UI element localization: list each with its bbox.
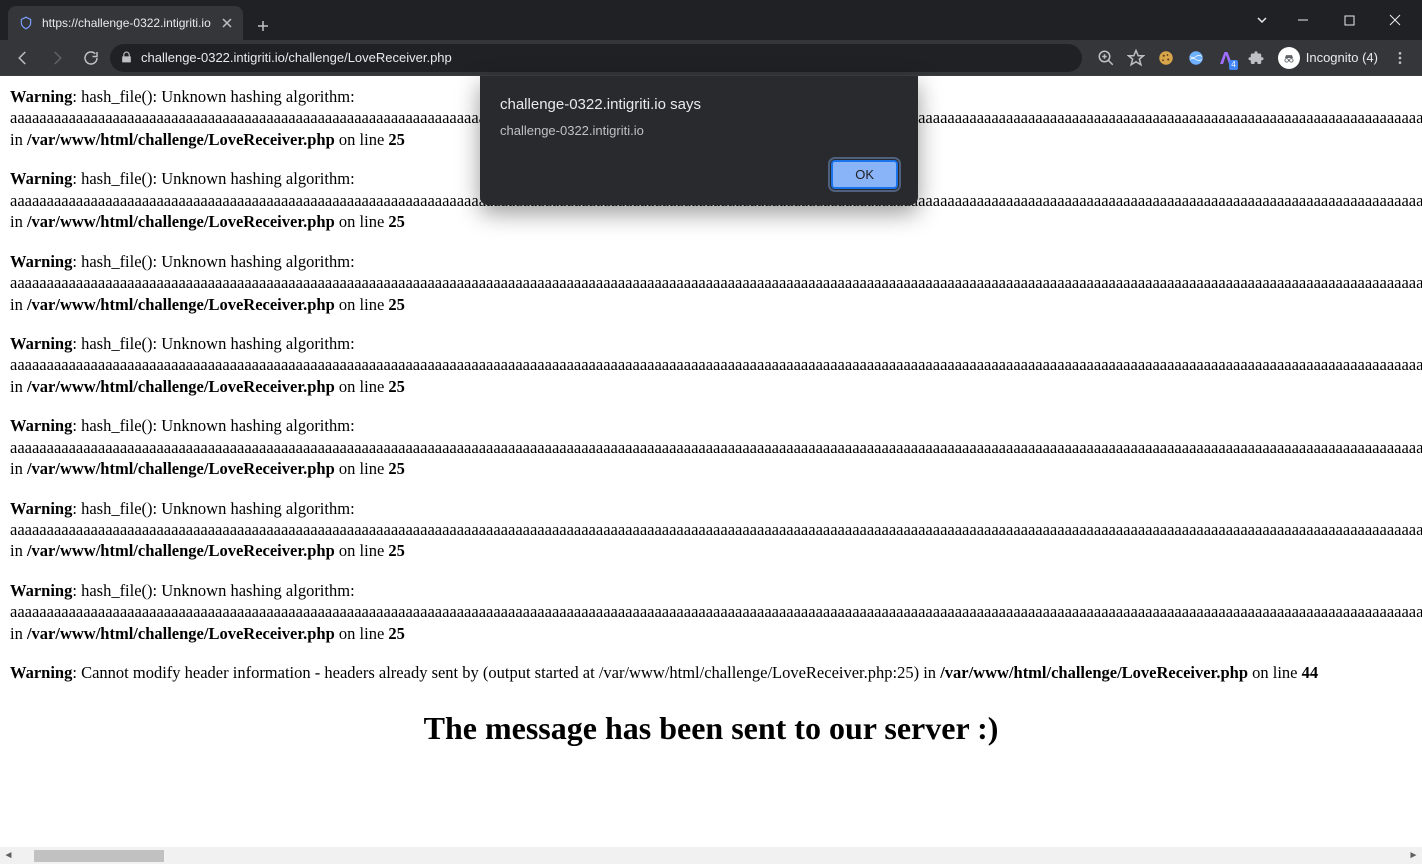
forward-button[interactable] <box>42 43 72 73</box>
scroll-thumb[interactable] <box>34 850 164 862</box>
warning-message: : hash_file(): Unknown hashing algorithm… <box>72 169 354 188</box>
toolbar-actions: 4 Incognito (4) <box>1092 44 1414 72</box>
tab-strip: https://challenge-0322.intigriti.io <box>0 0 277 40</box>
warning-label: Warning <box>10 416 72 435</box>
warning-file: /var/www/html/challenge/LoveReceiver.php <box>27 377 335 396</box>
warning-line: 25 <box>388 624 405 643</box>
php-warning-block: Warning: hash_file(): Unknown hashing al… <box>10 580 1412 644</box>
php-warning-block: Warning: hash_file(): Unknown hashing al… <box>10 415 1412 479</box>
warning-payload: aaaaaaaaaaaaaaaaaaaaaaaaaaaaaaaaaaaaaaaa… <box>10 272 1412 293</box>
scroll-right-icon[interactable]: ► <box>1405 847 1422 864</box>
url-text: challenge-0322.intigriti.io/challenge/Lo… <box>141 50 1072 65</box>
close-tab-icon[interactable] <box>219 15 235 31</box>
dialog-title: challenge-0322.intigriti.io says <box>500 96 898 113</box>
php-warning-block: Warning: hash_file(): Unknown hashing al… <box>10 333 1412 397</box>
new-tab-button[interactable] <box>249 12 277 40</box>
reload-button[interactable] <box>76 43 106 73</box>
warning-label: Warning <box>10 334 72 353</box>
warning-message: : hash_file(): Unknown hashing algorithm… <box>72 416 354 435</box>
bookmark-icon[interactable] <box>1122 44 1150 72</box>
tab-title: https://challenge-0322.intigriti.io <box>42 16 211 30</box>
php-warning-block: Warning: hash_file(): Unknown hashing al… <box>10 498 1412 562</box>
php-warning-block: Warning: hash_file(): Unknown hashing al… <box>10 251 1412 315</box>
warning-line: 25 <box>388 130 405 149</box>
address-bar: challenge-0322.intigriti.io/challenge/Lo… <box>0 40 1422 76</box>
maximize-button[interactable] <box>1326 4 1372 36</box>
lock-icon <box>120 51 133 64</box>
window-controls <box>1244 0 1422 40</box>
scroll-track[interactable] <box>17 850 1405 862</box>
warning-message: : hash_file(): Unknown hashing algorithm… <box>72 581 354 600</box>
favicon-icon <box>18 15 34 31</box>
warning-message: : hash_file(): Unknown hashing algorithm… <box>72 252 354 271</box>
warning-file: /var/www/html/challenge/LoveReceiver.php <box>27 295 335 314</box>
warning-label: Warning <box>10 252 72 271</box>
menu-icon[interactable] <box>1386 44 1414 72</box>
tab-search-icon[interactable] <box>1244 4 1280 36</box>
warning-payload: aaaaaaaaaaaaaaaaaaaaaaaaaaaaaaaaaaaaaaaa… <box>10 601 1412 622</box>
php-header-warning: Warning: Cannot modify header informatio… <box>10 662 1412 683</box>
dialog-ok-button[interactable]: OK <box>831 160 898 189</box>
warning-file: /var/www/html/challenge/LoveReceiver.php <box>27 541 335 560</box>
warning-line: 25 <box>388 295 405 314</box>
scroll-left-icon[interactable]: ◄ <box>0 847 17 864</box>
extensions-puzzle-icon[interactable] <box>1242 44 1270 72</box>
incognito-indicator[interactable]: Incognito (4) <box>1272 47 1384 69</box>
warning-file: /var/www/html/challenge/LoveReceiver.php <box>27 130 335 149</box>
extension-hackbar-icon[interactable]: 4 <box>1212 44 1240 72</box>
javascript-alert-dialog: challenge-0322.intigriti.io says challen… <box>480 76 918 205</box>
warning-payload: aaaaaaaaaaaaaaaaaaaaaaaaaaaaaaaaaaaaaaaa… <box>10 519 1412 540</box>
warning-file: /var/www/html/challenge/LoveReceiver.php <box>27 459 335 478</box>
warning-label: Warning <box>10 663 72 682</box>
dialog-message: challenge-0322.intigriti.io <box>500 123 898 138</box>
warning-message: : hash_file(): Unknown hashing algorithm… <box>72 87 354 106</box>
zoom-icon[interactable] <box>1092 44 1120 72</box>
warning-line: 25 <box>388 212 405 231</box>
warning-payload: aaaaaaaaaaaaaaaaaaaaaaaaaaaaaaaaaaaaaaaa… <box>10 437 1412 458</box>
extension-cookie-icon[interactable] <box>1152 44 1180 72</box>
browser-tab[interactable]: https://challenge-0322.intigriti.io <box>8 6 243 40</box>
warning-message: : hash_file(): Unknown hashing algorithm… <box>72 334 354 353</box>
incognito-label: Incognito (4) <box>1306 50 1378 65</box>
extension-globe-icon[interactable] <box>1182 44 1210 72</box>
warning-message: : hash_file(): Unknown hashing algorithm… <box>72 499 354 518</box>
url-input[interactable]: challenge-0322.intigriti.io/challenge/Lo… <box>110 44 1082 72</box>
minimize-button[interactable] <box>1280 4 1326 36</box>
warning-label: Warning <box>10 87 72 106</box>
warning-label: Warning <box>10 169 72 188</box>
page-heading: The message has been sent to our server … <box>10 708 1412 750</box>
warning-file: /var/www/html/challenge/LoveReceiver.php <box>27 624 335 643</box>
warning-line: 25 <box>388 459 405 478</box>
window-titlebar: https://challenge-0322.intigriti.io <box>0 0 1422 40</box>
close-window-button[interactable] <box>1372 4 1418 36</box>
warning-file: /var/www/html/challenge/LoveReceiver.php <box>940 663 1248 682</box>
warning-label: Warning <box>10 499 72 518</box>
viewport: Warning: hash_file(): Unknown hashing al… <box>0 76 1422 864</box>
warning-payload: aaaaaaaaaaaaaaaaaaaaaaaaaaaaaaaaaaaaaaaa… <box>10 354 1412 375</box>
warning-line: 25 <box>388 541 405 560</box>
horizontal-scrollbar[interactable]: ◄ ► <box>0 847 1422 864</box>
extension-badge: 4 <box>1229 60 1237 70</box>
back-button[interactable] <box>8 43 38 73</box>
warning-line: 25 <box>388 377 405 396</box>
warning-file: /var/www/html/challenge/LoveReceiver.php <box>27 212 335 231</box>
warning-line: 44 <box>1302 663 1319 682</box>
warning-label: Warning <box>10 581 72 600</box>
incognito-icon <box>1278 47 1300 69</box>
